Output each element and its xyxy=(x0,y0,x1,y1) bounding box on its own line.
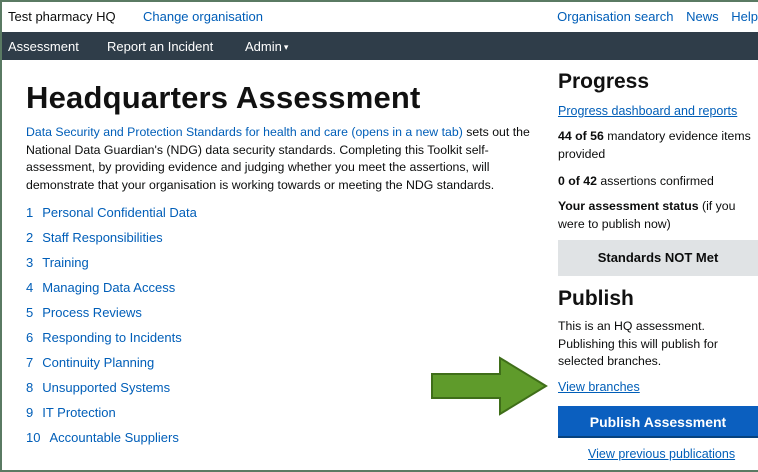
publish-heading: Publish xyxy=(558,287,634,310)
change-organisation-link[interactable]: Change organisation xyxy=(143,9,263,24)
section-link[interactable]: Accountable Suppliers xyxy=(49,430,178,445)
section-link[interactable]: Process Reviews xyxy=(42,305,142,320)
organisation-name: Test pharmacy HQ xyxy=(8,9,116,24)
main-navigation: Assessment Report an Incident Admin ▾ xyxy=(2,32,758,60)
section-number: 8 xyxy=(26,380,34,395)
section-number: 9 xyxy=(26,405,34,420)
chevron-down-icon: ▾ xyxy=(283,42,289,52)
news-link[interactable]: News xyxy=(686,9,719,24)
section-link[interactable]: Continuity Planning xyxy=(42,355,154,370)
section-link[interactable]: Managing Data Access xyxy=(42,280,175,295)
section-link[interactable]: Responding to Incidents xyxy=(42,330,181,345)
organisation-search-link[interactable]: Organisation search xyxy=(557,9,673,24)
intro-paragraph: Data Security and Protection Standards f… xyxy=(26,124,554,194)
section-item[interactable]: 3 Training xyxy=(26,255,197,280)
section-number: 4 xyxy=(26,280,34,295)
evidence-progress: 44 of 56 mandatory evidence items provid… xyxy=(558,128,758,163)
section-item[interactable]: 5 Process Reviews xyxy=(26,305,197,330)
evidence-count: 44 of 56 xyxy=(558,129,604,143)
utility-links: Organisation search News Help xyxy=(548,9,758,24)
assertions-progress: 0 of 42 assertions confirmed xyxy=(558,173,758,191)
assessment-sections-list: 1 Personal Confidential Data 2 Staff Respo… xyxy=(26,205,197,455)
section-item[interactable]: 8 Unsupported Systems xyxy=(26,380,197,405)
section-item[interactable]: 2 Staff Responsibilities xyxy=(26,230,197,255)
section-link[interactable]: Unsupported Systems xyxy=(42,380,170,395)
section-link[interactable]: Personal Confidential Data xyxy=(42,205,197,220)
nav-report-incident[interactable]: Report an Incident xyxy=(107,39,213,54)
section-number: 7 xyxy=(26,355,34,370)
progress-dashboard-link[interactable]: Progress dashboard and reports xyxy=(558,104,737,118)
view-previous-publications-link[interactable]: View previous publications xyxy=(588,447,735,461)
section-link[interactable]: Training xyxy=(42,255,88,270)
section-item[interactable]: 10 Accountable Suppliers xyxy=(26,430,197,455)
view-branches-link[interactable]: View branches xyxy=(558,380,640,394)
section-number: 3 xyxy=(26,255,34,270)
status-badge: Standards NOT Met xyxy=(558,240,758,276)
nav-admin[interactable]: Admin ▾ xyxy=(245,39,288,54)
section-number: 10 xyxy=(26,430,41,445)
section-item[interactable]: 4 Managing Data Access xyxy=(26,280,197,305)
status-label: Your assessment status xyxy=(558,199,699,213)
page-title: Headquarters Assessment xyxy=(26,80,421,115)
assessment-status-label: Your assessment status (if you were to p… xyxy=(558,198,758,233)
help-link[interactable]: Help xyxy=(731,9,758,24)
section-number: 2 xyxy=(26,230,34,245)
standards-link[interactable]: Data Security and Protection Standards f… xyxy=(26,125,463,139)
section-number: 5 xyxy=(26,305,34,320)
top-utility-bar: Test pharmacy HQ Change organisation Org… xyxy=(2,2,758,32)
section-link[interactable]: Staff Responsibilities xyxy=(42,230,162,245)
section-number: 1 xyxy=(26,205,34,220)
publish-description: This is an HQ assessment. Publishing thi… xyxy=(558,319,718,368)
section-item[interactable]: 1 Personal Confidential Data xyxy=(26,205,197,230)
assertions-text: assertions confirmed xyxy=(596,174,714,188)
nav-admin-label: Admin xyxy=(245,39,282,54)
progress-heading: Progress xyxy=(558,70,650,93)
nav-assessment[interactable]: Assessment xyxy=(8,39,79,54)
assertions-count: 0 of 42 xyxy=(558,174,597,188)
publish-assessment-button[interactable]: Publish Assessment xyxy=(558,406,758,438)
section-item[interactable]: 6 Responding to Incidents xyxy=(26,330,197,355)
section-item[interactable]: 7 Continuity Planning xyxy=(26,355,197,380)
section-number: 6 xyxy=(26,330,34,345)
section-link[interactable]: IT Protection xyxy=(42,405,115,420)
green-arrow-pointer xyxy=(431,356,548,416)
section-item[interactable]: 9 IT Protection xyxy=(26,405,197,430)
